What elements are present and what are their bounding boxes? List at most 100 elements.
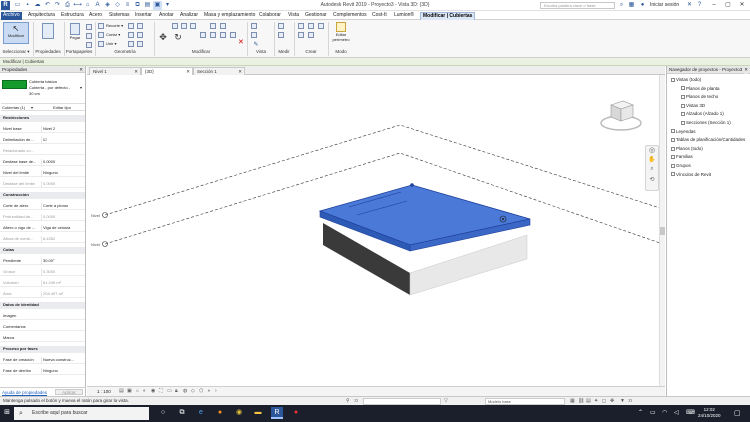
trim-icon[interactable] [200,32,206,38]
property-row[interactable]: Desfase del límite 0.0000 [0,181,85,188]
copy-element-icon[interactable] [230,32,236,38]
browser-tree-item[interactable]: Grupos [671,163,691,168]
align-icon[interactable] [172,23,178,29]
geometry-tool-icon[interactable] [128,32,134,38]
cope-button[interactable]: Recorte ▾ [106,23,123,28]
property-row[interactable]: Nivel base Nivel 2 [0,126,85,133]
property-group-header[interactable]: Restricciones [0,115,85,122]
viewcube[interactable] [599,93,643,133]
type-dropdown-icon[interactable]: ▾ [80,85,82,90]
system-tray-icon[interactable]: ⌃ [638,409,643,416]
property-row[interactable]: Altura de comb... 6.4352 [0,236,85,243]
scrollbar-thumb[interactable] [660,227,665,235]
apply-button[interactable]: Aplicar [55,389,83,395]
copy-icon[interactable] [86,33,92,39]
paste-button[interactable]: Pegar [67,23,83,40]
split-icon[interactable] [210,23,216,29]
create-parts-icon[interactable] [318,23,324,29]
browser-tree-item[interactable]: Planos (todo) [671,146,703,151]
property-row[interactable]: Comentarios [0,324,85,331]
property-value[interactable]: Ninguno [41,368,84,375]
edit-perimeter-button[interactable]: Editar perímetro [330,22,352,42]
property-row[interactable]: Nivel del límite Ninguno [0,170,85,177]
create-similar-icon[interactable] [308,23,314,29]
browser-tree-item[interactable]: Vistas (todo) [671,77,701,82]
edge-icon[interactable]: e [195,407,207,419]
task-view-icon[interactable]: ⧉ [176,407,188,419]
property-value[interactable]: Ninguno [41,170,84,177]
sun-path-icon[interactable]: ☼ [135,388,140,394]
search-input[interactable]: Escriba palabra clave o frase [540,2,615,9]
property-group-header[interactable]: Datos de identidad [0,302,85,309]
property-group-header[interactable]: Construcción [0,192,85,199]
create-group-icon[interactable] [298,23,304,29]
user-icon[interactable]: ● [638,1,647,10]
select-pinned-icon[interactable]: ✦ [594,398,598,404]
browser-tree-item[interactable]: Secciones (Sección 1) [681,120,731,125]
maximize-button[interactable]: ▢ [721,0,735,11]
tab-masa[interactable]: Masa y emplazamiento [202,12,257,19]
property-value[interactable]: 0.0000 [41,214,84,221]
drag-elements-icon[interactable]: ✥ [610,398,614,404]
cut-geometry-icon[interactable] [98,32,104,38]
geometry-tool-icon[interactable] [137,23,143,29]
match-properties-icon[interactable] [86,42,92,48]
property-value[interactable]: 0.0000 [41,181,84,188]
select-links-icon[interactable]: ⛓ [578,398,584,404]
close-icon[interactable]: ✕ [186,68,190,75]
reveal-constraints-icon[interactable]: › [215,388,217,394]
tab-3d[interactable]: {3D} ✕ [141,67,193,75]
help-icon[interactable]: ? [695,1,704,10]
delete-icon[interactable]: ✕ [238,38,244,46]
browser-tree-item[interactable]: Vistas 3D [681,103,705,108]
render-icon[interactable]: ◉ [151,388,155,394]
subscription-icon[interactable]: ▦ [627,1,636,10]
dimension-icon[interactable] [278,32,284,38]
properties-help-link[interactable]: Ayuda de propiedades [2,390,47,395]
tab-colaborar[interactable]: Colaborar [257,12,283,19]
recorder-icon[interactable]: ● [290,407,302,419]
modify-button[interactable]: ↖ Modificar [3,22,29,44]
selection-dropdown[interactable]: Cubiertas (1) [2,105,25,110]
3d-model-canvas[interactable]: Nivel Nivel [87,75,665,386]
property-row[interactable]: Profundidad de... 0.0000 [0,214,85,221]
tab-complementos[interactable]: Complementos [331,12,369,19]
tab-nivel-1[interactable]: Nivel 1 ✕ [89,67,141,75]
tab-acero[interactable]: Acero [87,12,104,19]
tab-seccion-1[interactable]: Sección 1 ✕ [193,67,245,75]
shadows-icon[interactable]: ◐ [143,388,146,394]
view-tool-icon[interactable] [251,23,257,29]
wifi-icon[interactable]: ◠ [662,409,667,416]
show-crop-icon[interactable]: ▭ [167,388,172,394]
browser-tree-item[interactable]: Planos de techo [681,94,718,99]
highlight-displacement-icon[interactable]: ◑ [207,388,210,394]
geometry-tool-icon[interactable] [137,41,143,47]
close-icon[interactable]: ✕ [134,68,138,75]
browser-tree-item[interactable]: Tablas de planificación/Cantidades [671,137,745,142]
clock[interactable]: 12:02 24/10/2020 [698,407,721,419]
property-value[interactable]: Nivel 2 [41,126,84,133]
property-row[interactable]: Desfase base de... 0.0000 [0,159,85,166]
tab-gestionar[interactable]: Gestionar [303,12,329,19]
close-icon[interactable]: ✕ [238,68,242,75]
property-row[interactable]: Fase de derribo Ninguno [0,368,85,375]
property-row[interactable]: Relacionado co... [0,148,85,155]
property-value[interactable]: Corte a plomo [41,203,84,210]
property-value[interactable]: 30.00° [41,258,84,265]
vertical-scrollbar[interactable] [659,75,665,386]
design-options-field[interactable] [363,398,441,405]
browser-tree-item[interactable]: Planos de planta [681,86,720,91]
move-icon[interactable]: ✥ [157,32,169,43]
expand-icon[interactable] [671,163,675,168]
browser-tree-item[interactable]: Alzados (Alzado 1) [681,111,724,116]
cope-icon[interactable] [98,23,104,29]
property-row[interactable]: Delimitación de... ☑ [0,137,85,144]
type-name[interactable]: Cubierta - por defecto - [29,85,70,90]
rotate-icon[interactable]: ↻ [172,32,184,43]
cut-geometry-button[interactable]: Cortar ▾ [106,32,120,37]
property-row[interactable]: Grosor 0.3000 [0,269,85,276]
detail-level-icon[interactable]: ▤ [119,388,124,394]
pin-icon[interactable] [220,32,226,38]
scale-dropdown[interactable]: 1 : 100 [97,389,111,394]
close-button[interactable]: ✕ [735,0,749,11]
